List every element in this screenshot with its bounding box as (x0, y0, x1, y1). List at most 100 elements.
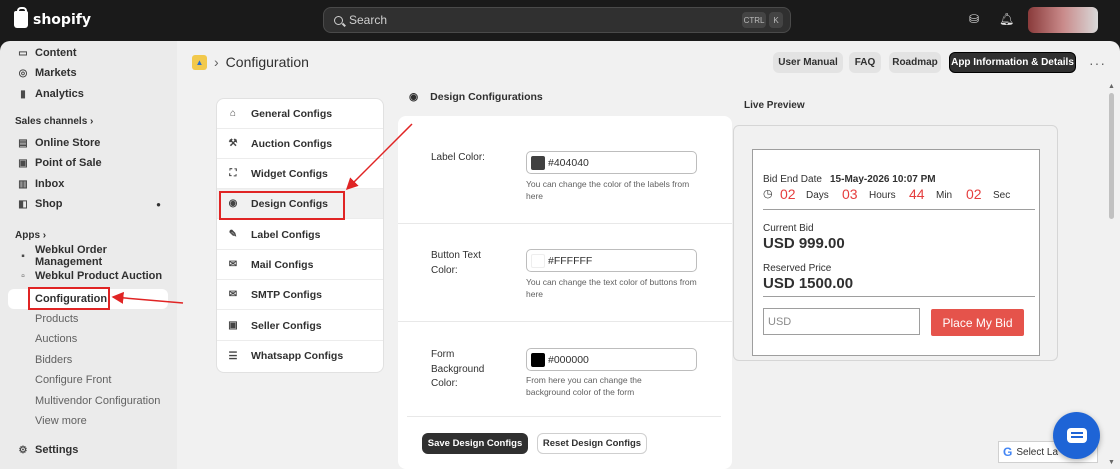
sidebar-item-settings[interactable]: ⚙ Settings (0, 440, 79, 460)
bid-end-date-value: 15-May-2026 10:07 PM (830, 174, 936, 185)
reserved-price-value: USD 1500.00 (763, 275, 854, 292)
avatar[interactable] (1028, 7, 1098, 33)
sidebar-item-point-of-sale[interactable]: ▣ Point of Sale (0, 153, 101, 173)
config-menu-label: Widget Configs (251, 167, 328, 180)
scroll-thumb[interactable] (1109, 93, 1114, 219)
store-icon: ▤ (18, 137, 28, 149)
sidebar-item-webkul-order-management[interactable]: ▪ Webkul Order Management (0, 244, 177, 268)
config-menu-general[interactable]: ⌂ General Configs (217, 99, 383, 129)
sidebar-item-label: Settings (35, 444, 79, 456)
sidebar-item-webkul-product-auction[interactable]: ▫ Webkul Product Auction (0, 266, 162, 286)
live-preview-title: Live Preview (744, 100, 805, 111)
save-design-configs-button[interactable]: Save Design Configs (422, 433, 528, 454)
language-select-label: Select La (1016, 446, 1059, 458)
faq-button[interactable]: FAQ (849, 52, 881, 73)
sidebar-subitem-products[interactable]: Products (35, 309, 78, 329)
breadcrumb-chevron-icon: › (214, 54, 219, 70)
form-background-color-input[interactable]: #000000 (526, 348, 697, 371)
bar-chart-icon: ▮ (20, 88, 26, 100)
shopify-logo[interactable]: shopify (14, 7, 91, 28)
scrollbar[interactable]: ▲ ▼ (1107, 83, 1116, 469)
reserved-price-label: Reserved Price (763, 263, 832, 274)
app-information-button[interactable]: App Information & Details (949, 52, 1076, 73)
inbox-icon: ▥ (18, 178, 28, 190)
roadmap-button[interactable]: Roadmap (889, 52, 941, 73)
sidebar-item-online-store[interactable]: ▤ Online Store (0, 133, 100, 153)
sidebar-item-markets[interactable]: ◎ Markets (0, 63, 77, 83)
app-logo-icon: ▲ (192, 54, 207, 70)
sales-channels-label: Sales channels (15, 116, 88, 127)
sidebar-item-analytics[interactable]: ▮ Analytics (0, 84, 84, 104)
config-menu-auction[interactable]: ⚒ Auction Configs (217, 129, 383, 159)
bell-icon[interactable]: 🔔︎ (999, 12, 1014, 26)
config-menu-label: Whatsapp Configs (251, 350, 344, 362)
sidebar-subitem-bidders[interactable]: Bidders (35, 350, 72, 370)
config-menu-widget[interactable]: ⛶ Widget Configs (217, 159, 383, 189)
sidebar-item-label: Analytics (35, 88, 84, 100)
current-bid-label: Current Bid (763, 223, 814, 234)
sidebar-item-label: Online Store (35, 137, 101, 149)
sidebar-item-label: Webkul Order Management (34, 244, 107, 268)
widget-icon: ⛶ (229, 168, 237, 179)
sidebar-subitem-configure-front[interactable]: Configure Front (35, 370, 111, 390)
config-menu-smtp[interactable]: ✉ SMTP Configs (217, 280, 383, 310)
hammer-icon: ⚒ (228, 138, 238, 149)
scroll-up-icon[interactable]: ▲ (1108, 83, 1115, 90)
color-swatch[interactable] (531, 253, 545, 268)
more-actions-icon[interactable]: ··· (1089, 55, 1106, 71)
field-label: Form Background Color: (431, 349, 485, 389)
field-label: Button Text Color: (431, 250, 481, 276)
app-icon: ▪ (21, 250, 25, 262)
store-switch-icon[interactable]: ⛁ (967, 12, 981, 26)
bid-amount-input[interactable]: USD (763, 308, 920, 335)
color-swatch[interactable] (531, 155, 545, 170)
sidebar-item-inbox[interactable]: ▥ Inbox (0, 174, 64, 194)
config-menu-mail[interactable]: ✉ Mail Configs (217, 250, 383, 280)
gear-icon: ⚙ (18, 444, 28, 456)
search-input[interactable]: Search CTRL K (323, 7, 791, 33)
design-heading-text: Design Configurations (430, 91, 543, 103)
countdown-mins: 44 (909, 186, 925, 202)
reset-design-configs-button[interactable]: Reset Design Configs (537, 433, 647, 454)
form-row-button-text-color: Button Text Color: #FFFFFF You can chang… (398, 224, 732, 322)
config-menu-label: Label Configs (251, 228, 321, 241)
annotation-box-design-configs (219, 191, 345, 220)
config-menu-seller[interactable]: ▣ Seller Configs (217, 311, 383, 341)
sidebar-item-shop[interactable]: ◧ Shop ● (0, 194, 165, 214)
divider (763, 209, 1035, 210)
config-menu-label-configs[interactable]: ✎ Label Configs (217, 220, 383, 250)
sidebar-subitem-view-more[interactable]: View more (35, 411, 87, 431)
sidebar-item-content[interactable]: ▭ Content (0, 43, 76, 63)
sidebar-item-label: Shop (35, 198, 63, 210)
field-help: You can change the color of the labels f… (526, 179, 690, 201)
sales-channels-heading[interactable]: Sales channels › (15, 116, 93, 127)
config-menu-label: Seller Configs (251, 319, 322, 332)
place-my-bid-button[interactable]: Place My Bid (931, 309, 1024, 336)
color-value: #FFFFFF (548, 254, 593, 267)
google-icon: G (1003, 445, 1013, 459)
apps-heading[interactable]: Apps › (15, 230, 46, 241)
form-footer: Save Design Configs Reset Design Configs (407, 416, 721, 469)
sidebar-subitem-multivendor-configuration[interactable]: Multivendor Configuration (35, 391, 160, 411)
search-placeholder: Search (349, 13, 388, 27)
chat-button[interactable] (1053, 412, 1100, 459)
label-color-input[interactable]: #404040 (526, 151, 697, 174)
config-menu-whatsapp[interactable]: ☰ Whatsapp Configs (217, 341, 383, 371)
config-menu-label: Auction Configs (251, 137, 333, 150)
app-icon: ▫ (21, 270, 25, 282)
bid-end-date-label: Bid End Date (763, 174, 822, 185)
sidebar-subitem-auctions[interactable]: Auctions (35, 329, 77, 349)
color-swatch[interactable] (531, 352, 545, 367)
bid-widget: Bid End Date 15-May-2026 10:07 PM ◷ 02 D… (752, 149, 1040, 356)
home-icon: ⌂ (229, 108, 237, 119)
countdown-days-label: Days (806, 190, 829, 201)
scroll-down-icon[interactable]: ▼ (1108, 459, 1115, 466)
main-content: ▲ › Configuration User Manual FAQ Roadma… (177, 41, 1120, 469)
page-title-text: Configuration (225, 54, 309, 70)
countdown-secs: 02 (966, 186, 982, 202)
clock-icon: ◷ (763, 188, 773, 200)
current-bid-value: USD 999.00 (763, 235, 845, 252)
user-manual-button[interactable]: User Manual (773, 52, 843, 73)
brand-name: shopify (33, 11, 91, 28)
button-text-color-input[interactable]: #FFFFFF (526, 249, 697, 272)
